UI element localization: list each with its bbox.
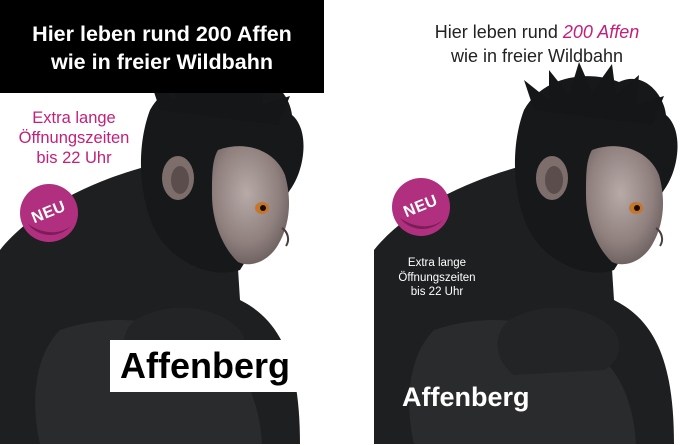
headline-accent: 200 Affen (562, 22, 640, 42)
headline-text: Hier leben rund 200 Affen wie in freier … (374, 20, 700, 68)
new-badge: NEU (390, 176, 452, 243)
opening-hours-text: Extra lange Öffnungszeiten bis 22 Uhr (0, 108, 148, 168)
headline-line-2: wie in freier Wildbahn (450, 46, 624, 66)
hours-line-3: bis 22 Uhr (410, 286, 464, 298)
hours-line-2: Öffnungszeiten (398, 271, 476, 284)
hours-line-2: Öffnungszeiten (18, 129, 130, 147)
hours-line-3: bis 22 Uhr (36, 149, 112, 167)
headline-part-1: Hier leben rund (434, 22, 563, 42)
opening-hours-text: Extra lange Öffnungszeiten bis 22 Uhr (388, 256, 486, 300)
headline-line-2: wie in freier Wildbahn (50, 50, 273, 74)
brand-name: Affenberg (110, 340, 300, 392)
hours-line-1: Extra lange (32, 109, 116, 127)
poster-left: Hier leben rund 200 Affen wie in freier … (0, 0, 324, 444)
hours-line-1: Extra lange (407, 257, 467, 269)
brand-name: Affenberg (402, 382, 530, 412)
headline-box: Hier leben rund 200 Affen wie in freier … (0, 0, 324, 93)
new-badge: NEU (18, 182, 80, 249)
headline-line-1: Hier leben rund 200 Affen (32, 22, 292, 46)
